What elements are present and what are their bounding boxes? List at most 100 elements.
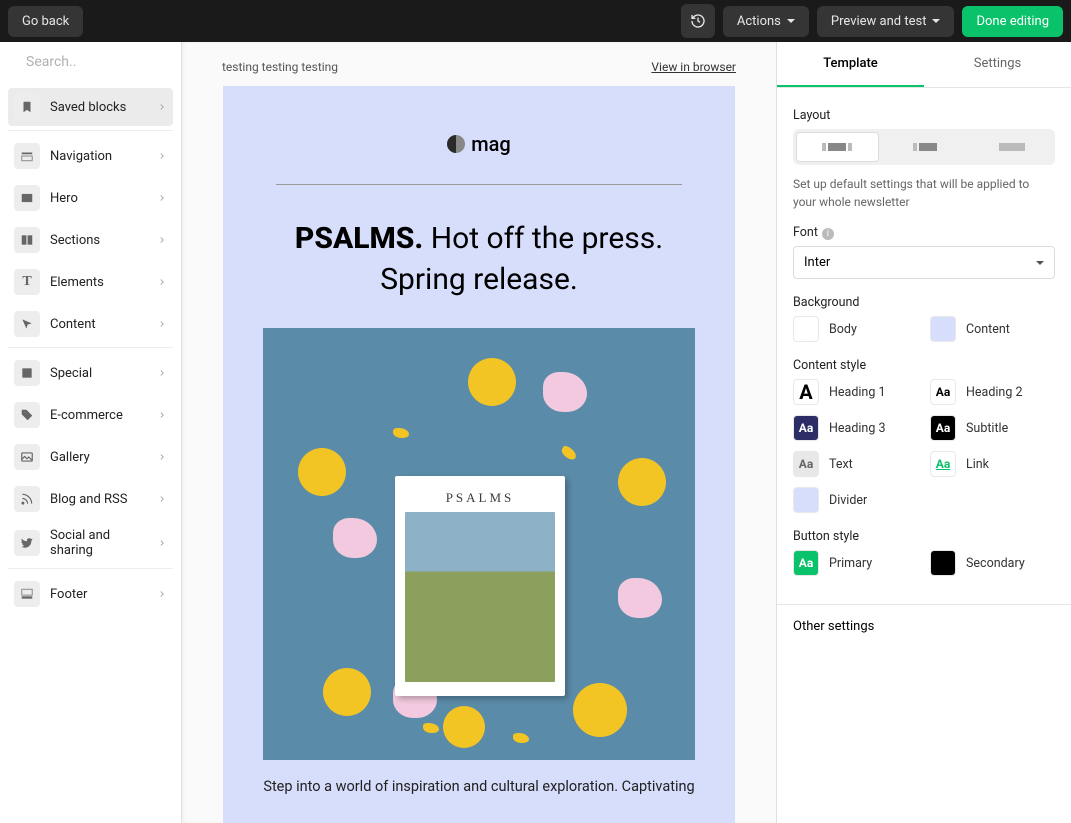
done-editing-button[interactable]: Done editing [962, 6, 1063, 37]
sidebar-item-social-and-sharing[interactable]: Social and sharing [8, 522, 173, 564]
layout-centered[interactable] [796, 132, 879, 162]
style-divider[interactable]: Divider [793, 487, 918, 513]
search-row [0, 42, 181, 82]
sidebar-item-saved-blocks[interactable]: Saved blocks [8, 88, 173, 126]
chevron-right-icon [157, 494, 167, 504]
button-secondary[interactable]: Secondary [930, 550, 1055, 576]
topbar: Go back Actions Preview and test Done ed… [0, 0, 1071, 42]
text-icon: T [14, 269, 40, 295]
actions-label: Actions [737, 14, 781, 29]
cursor-icon [14, 311, 40, 337]
chevron-right-icon [157, 193, 167, 203]
headline: PSALMS. Hot off the press. Spring releas… [269, 219, 689, 300]
bg-body[interactable]: Body [793, 316, 918, 342]
layout-label: Layout [793, 108, 1055, 123]
swatch-preview [793, 316, 819, 342]
chevron-right-icon [157, 151, 167, 161]
chevron-right-icon [157, 235, 167, 245]
tag-icon [14, 402, 40, 428]
bg-content[interactable]: Content [930, 316, 1055, 342]
layout-full[interactable] [971, 132, 1052, 162]
swatch-preview: Aa [930, 415, 956, 441]
body-text: Step into a world of inspiration and cul… [263, 778, 694, 795]
style-heading-2[interactable]: AaHeading 2 [930, 379, 1055, 405]
search-input[interactable] [26, 54, 182, 70]
style-heading-3[interactable]: Aa Heading 3 [793, 415, 918, 441]
sidebar-item-label: Social and sharing [50, 528, 147, 558]
style-link[interactable]: AaLink [930, 451, 1055, 477]
swatch-preview: Aa [930, 379, 956, 405]
swatch-label: Divider [829, 493, 867, 508]
sections-icon [14, 227, 40, 253]
other-settings[interactable]: Other settings [777, 604, 1071, 648]
sidebar-item-label: Hero [50, 191, 147, 206]
sidebar-item-label: Special [50, 366, 147, 381]
sidebar-item-gallery[interactable]: Gallery [8, 438, 173, 476]
swatch-label: Secondary [966, 556, 1025, 571]
info-icon[interactable]: i [822, 228, 834, 240]
headline-bold: PSALMS. [295, 221, 423, 256]
logo-text: mag [471, 132, 511, 156]
font-label: Fonti [793, 225, 1055, 240]
background-label: Background [793, 295, 1055, 310]
sidebar-item-content[interactable]: Content [8, 305, 173, 343]
content-style-label: Content style [793, 358, 1055, 373]
button-primary[interactable]: AaPrimary [793, 550, 918, 576]
chevron-right-icon [157, 452, 167, 462]
logo-icon [447, 135, 465, 153]
sidebar-item-footer[interactable]: Footer [8, 575, 173, 613]
chevron-right-icon [157, 589, 167, 599]
sidebar-item-label: Elements [50, 275, 147, 290]
preview-label: Preview and test [831, 14, 927, 29]
swatch-label: Heading 3 [829, 421, 885, 436]
divider [276, 184, 683, 185]
bookmark-icon [14, 94, 40, 120]
style-text[interactable]: AaText [793, 451, 918, 477]
swatch-label: Primary [829, 556, 872, 571]
chevron-right-icon [157, 368, 167, 378]
style-heading-1[interactable]: AHeading 1 [793, 379, 918, 405]
swatch-preview: Aa [793, 415, 819, 441]
sidebar-item-label: Blog and RSS [50, 492, 147, 507]
tab-template[interactable]: Template [777, 42, 924, 87]
swatch-preview [793, 487, 819, 513]
rss-icon [14, 486, 40, 512]
sidebar-item-special[interactable]: Special [8, 354, 173, 392]
sidebar-item-sections[interactable]: Sections [8, 221, 173, 259]
sidebar-item-hero[interactable]: Hero [8, 179, 173, 217]
caret-down-icon [1036, 261, 1044, 265]
sidebar-item-elements[interactable]: T Elements [8, 263, 173, 301]
actions-button[interactable]: Actions [723, 6, 809, 37]
nav-icon [14, 143, 40, 169]
swatch-label: Link [966, 457, 989, 472]
swatch-preview: A [793, 379, 819, 405]
layout-selector [793, 129, 1055, 165]
style-subtitle[interactable]: AaSubtitle [930, 415, 1055, 441]
tab-settings[interactable]: Settings [924, 42, 1071, 87]
twitter-icon [14, 530, 40, 556]
view-in-browser-link[interactable]: View in browser [651, 60, 736, 74]
sidebar-item-blog-and-rss[interactable]: Blog and RSS [8, 480, 173, 518]
go-back-button[interactable]: Go back [8, 6, 83, 37]
chevron-right-icon [157, 277, 167, 287]
sidebar-item-navigation[interactable]: Navigation [8, 137, 173, 175]
history-button[interactable] [681, 4, 715, 38]
swatch-label: Text [829, 457, 853, 472]
sidebar-item-e-commerce[interactable]: E-commerce [8, 396, 173, 434]
newsletter-block[interactable]: mag PSALMS. Hot off the press. Spring re… [223, 86, 735, 823]
chevron-right-icon [157, 538, 167, 548]
layout-left[interactable] [885, 132, 966, 162]
preview-button[interactable]: Preview and test [817, 6, 955, 37]
swatch-label: Body [829, 322, 857, 337]
blocks-sidebar: Saved blocks Navigation Hero Sections T Eleme… [0, 42, 182, 823]
properties-panel: Template Settings Layout Set up default … [776, 42, 1071, 823]
history-icon [690, 13, 706, 29]
special-icon [14, 360, 40, 386]
swatch-label: Content [966, 322, 1010, 337]
font-value: Inter [804, 255, 830, 270]
sidebar-item-label: Content [50, 317, 147, 332]
font-select[interactable]: Inter [793, 246, 1055, 279]
editor-canvas[interactable]: testing testing testing View in browser … [182, 42, 776, 823]
swatch-preview [930, 316, 956, 342]
headline-rest: Hot off the press. Spring release. [380, 221, 663, 297]
